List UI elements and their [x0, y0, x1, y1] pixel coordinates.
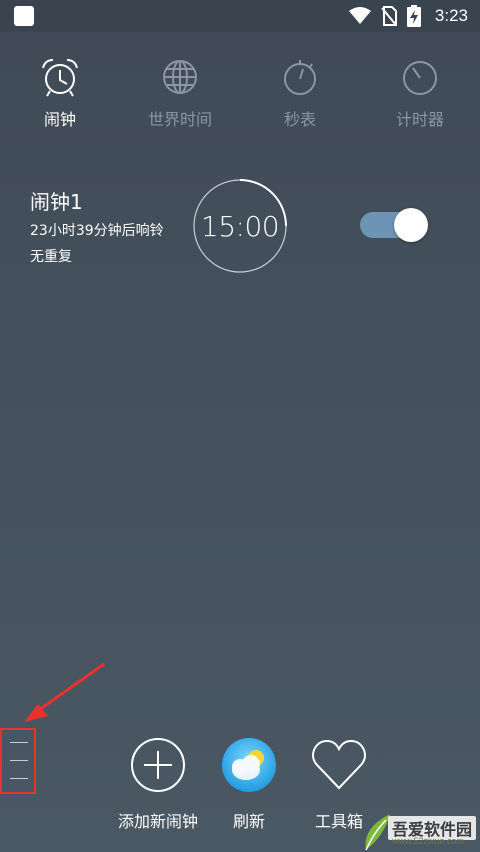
weather-refresh-icon: [222, 738, 276, 792]
toggle-knob: [394, 208, 428, 242]
plus-circle-icon: [131, 738, 185, 792]
refresh-button[interactable]: 刷新: [216, 736, 282, 832]
alarm-time: 15:00: [200, 209, 280, 243]
alarm-toggle[interactable]: [360, 208, 428, 242]
no-sim-icon: [381, 6, 397, 26]
heart-icon: [312, 739, 366, 790]
alarm-clock-icon: [42, 59, 78, 97]
status-time: 3:23: [434, 6, 468, 25]
tab-world-time[interactable]: 世界时间: [120, 56, 240, 136]
add-alarm-button[interactable]: 添加新闹钟: [112, 736, 204, 832]
wifi-icon: [348, 7, 371, 24]
add-alarm-label: 添加新闹钟: [117, 812, 198, 831]
tab-label: 秒表: [283, 110, 316, 129]
stopwatch-icon: [284, 60, 316, 95]
tab-label: 计时器: [395, 110, 444, 129]
tab-stopwatch[interactable]: 秒表: [240, 56, 360, 136]
refresh-label: 刷新: [232, 812, 265, 831]
tab-label: 世界时间: [147, 110, 212, 129]
tab-label: 闹钟: [43, 110, 76, 129]
app-icon: [14, 6, 34, 26]
alarm-remaining-text: 23小时39分钟后响铃: [30, 223, 164, 239]
tab-alarm[interactable]: 闹钟: [0, 56, 120, 136]
battery-charging-icon: [406, 5, 421, 27]
tab-timer[interactable]: 计时器: [360, 56, 480, 136]
tab-bar: 闹钟 世界时间 秒表 计时器: [0, 56, 480, 136]
watermark: 吾爱软件园 www.52zixue.com: [360, 808, 480, 852]
toolbox-label: 工具箱: [314, 812, 363, 831]
globe-icon: [163, 60, 197, 94]
alarm-item[interactable]: 闹钟1 23小时39分钟后响铃 无重复 15:00: [0, 170, 480, 280]
watermark-url: www.52zixue.com: [392, 836, 465, 846]
status-icons: 3:23: [348, 0, 468, 32]
timer-icon: [403, 61, 437, 95]
alarm-repeat-text: 无重复: [30, 249, 72, 265]
alarm-title: 闹钟1: [30, 190, 83, 214]
status-bar: 3:23: [0, 0, 480, 32]
